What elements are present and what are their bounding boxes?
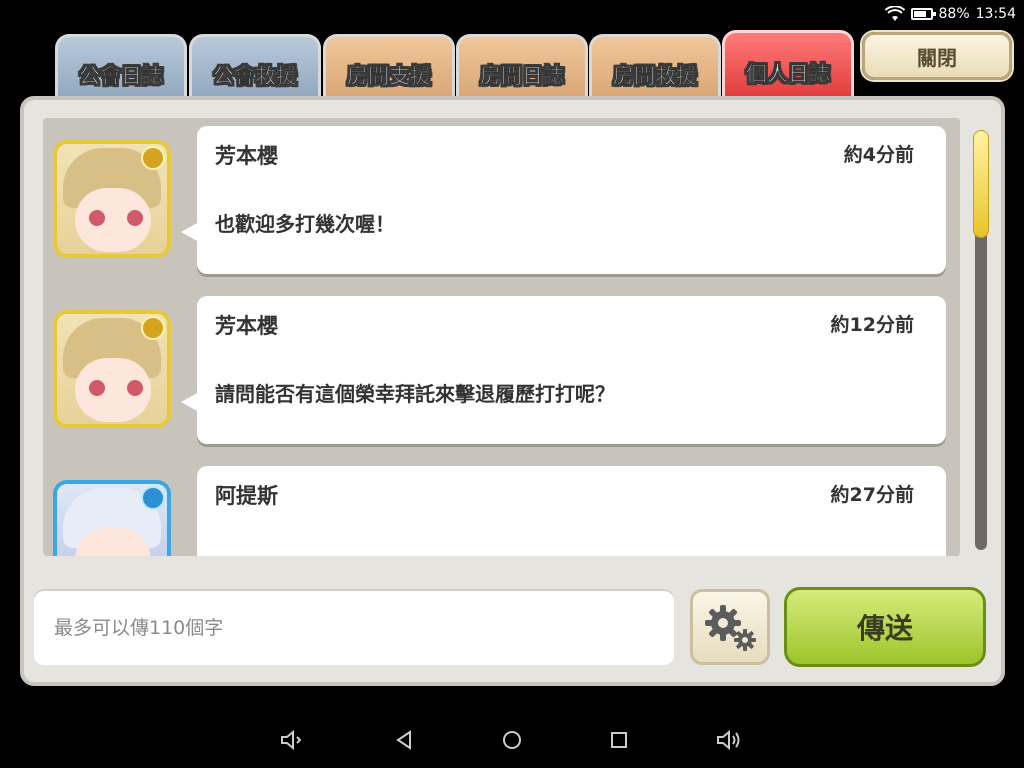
tab-label: 房間支援 [347, 63, 431, 88]
message-time: 約12分前 [830, 314, 914, 336]
tab-guild-rescue[interactable]: 公會救援 [189, 34, 321, 98]
scrollbar-thumb[interactable] [973, 130, 989, 238]
chat-message: 阿提斯 約27分前 [43, 458, 960, 556]
sender-name: 芳本櫻 [215, 144, 278, 168]
message-input[interactable] [52, 611, 656, 645]
volume-down-icon[interactable] [280, 729, 306, 751]
sender-name: 芳本櫻 [215, 314, 278, 338]
close-button[interactable]: 關閉 [862, 32, 1012, 80]
element-badge-icon [141, 486, 165, 510]
message-input-container [34, 589, 674, 665]
send-button[interactable]: 傳送 [784, 587, 986, 667]
chat-log[interactable]: 芳本櫻 約4分前 也歡迎多打幾次喔！ 芳本櫻 約12分前 請問能否有這個榮幸拜託… [43, 118, 960, 556]
settings-button[interactable] [690, 589, 770, 665]
avatar[interactable] [53, 310, 171, 428]
system-nav-bar [0, 712, 1024, 768]
tab-room-rescue[interactable]: 房間救援 [589, 34, 721, 98]
element-badge-icon [141, 146, 165, 170]
avatar[interactable] [53, 140, 171, 258]
wifi-icon [884, 6, 905, 21]
tab-label: 公會救援 [213, 63, 297, 88]
tab-label: 公會日誌 [79, 63, 163, 88]
scrollbar[interactable] [973, 130, 989, 550]
avatar[interactable] [53, 480, 171, 556]
tab-label: 個人日誌 [746, 61, 830, 86]
tab-personal-log[interactable]: 個人日誌 [722, 30, 854, 110]
message-text: 請問能否有這個榮幸拜託來擊退履歷打打呢？ [215, 382, 615, 406]
battery-icon [910, 8, 936, 20]
message-text: 也歡迎多打幾次喔！ [215, 212, 395, 236]
status-bar: 88% 13:54 [884, 0, 1024, 28]
tab-label: 房間日誌 [480, 63, 564, 88]
message-bubble: 芳本櫻 約12分前 請問能否有這個榮幸拜託來擊退履歷打打呢？ [181, 296, 946, 444]
back-icon[interactable] [394, 730, 414, 750]
message-time: 約4分前 [843, 144, 914, 166]
home-icon[interactable] [502, 730, 522, 750]
tab-room-log[interactable]: 房間日誌 [456, 34, 588, 98]
chat-message: 芳本櫻 約12分前 請問能否有這個榮幸拜託來擊退履歷打打呢？ [43, 288, 960, 444]
gear-icon [705, 605, 756, 651]
volume-up-icon[interactable] [716, 729, 744, 751]
tab-label: 房間救援 [613, 63, 697, 88]
recents-icon[interactable] [610, 731, 628, 749]
sender-name: 阿提斯 [215, 484, 278, 508]
battery-percent: 88% [938, 6, 970, 22]
chat-message: 芳本櫻 約4分前 也歡迎多打幾次喔！ [43, 118, 960, 274]
tab-room-support[interactable]: 房間支援 [323, 34, 455, 98]
element-badge-icon [141, 316, 165, 340]
message-bubble: 芳本櫻 約4分前 也歡迎多打幾次喔！ [181, 126, 946, 274]
tab-guild-log[interactable]: 公會日誌 [55, 34, 187, 98]
message-bubble: 阿提斯 約27分前 [197, 466, 946, 556]
message-time: 約27分前 [830, 484, 914, 506]
clock: 13:54 [975, 6, 1016, 22]
